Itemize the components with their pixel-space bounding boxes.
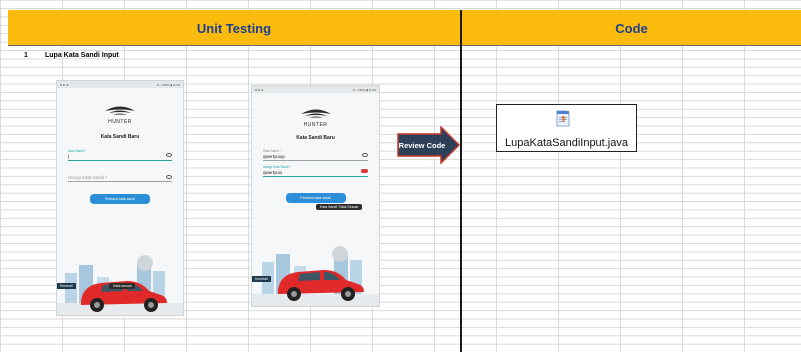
- password-field[interactable]: Kata Sandi * qwertyuiop: [263, 149, 368, 161]
- status-right: ⁂ .ıl 55% ▮ 11:34: [156, 82, 180, 87]
- password-value[interactable]: |: [68, 153, 172, 160]
- brand-name: HUNTER: [108, 119, 132, 125]
- java-file-icon: [556, 110, 570, 127]
- unit-testing-header[interactable]: Unit Testing: [8, 10, 460, 46]
- password-value[interactable]: qwertyuiop: [263, 153, 368, 160]
- test-case-title[interactable]: Lupa Kata Sandi Input: [45, 52, 119, 59]
- screen-title: Kata Sandi Baru: [100, 134, 140, 140]
- eye-icon[interactable]: [166, 175, 172, 179]
- phone-screenshot-valid[interactable]: ◘ ⊕ ⊕ ⁂ .ıl 55% ▮ 11:34 HUNTER Kata Sand…: [56, 80, 184, 316]
- phone-screenshot-mismatch[interactable]: ◘ ⊕ ⊕ ⁂ .ıl 55% ▮ 11:34 HUNTER Kata Sand…: [251, 85, 380, 307]
- brand-name: HUNTER: [303, 122, 328, 128]
- review-code-arrow[interactable]: Review Code: [397, 126, 461, 164]
- error-eye-icon[interactable]: [361, 169, 368, 173]
- row-number[interactable]: 1: [24, 52, 28, 59]
- eye-icon[interactable]: [166, 153, 172, 157]
- screen-title: Kata Sandi Baru: [296, 135, 335, 141]
- eye-icon[interactable]: [362, 153, 368, 157]
- hunter-logo: HUNTER: [252, 107, 379, 128]
- confirm-password-field[interactable]: Ulangi Kata Sandi *: [68, 174, 172, 182]
- toast-message: Data sesuai: [109, 283, 136, 289]
- confirm-password-placeholder: Ulangi Kata Sandi *: [68, 175, 108, 180]
- code-file-attachment[interactable]: LupaKataSandiInput.java: [496, 104, 637, 152]
- header-row: Unit Testing Code: [8, 10, 801, 46]
- confirm-password-value[interactable]: qwertyuio: [263, 169, 368, 176]
- hunter-eye-logo-icon: [105, 106, 135, 115]
- back-button[interactable]: Kembali: [252, 276, 271, 282]
- city-car-illustration: [57, 255, 183, 315]
- password-field[interactable]: Kata Sandi * |: [68, 149, 172, 161]
- status-left: ◘ ⊕ ⊕: [60, 82, 69, 87]
- status-bar: ◘ ⊕ ⊕ ⁂ .ıl 55% ▮ 11:34: [57, 81, 183, 88]
- status-right: ⁂ .ıl 55% ▮ 11:34: [352, 87, 376, 92]
- status-left: ◘ ⊕ ⊕: [255, 87, 264, 92]
- status-bar: ◘ ⊕ ⊕ ⁂ .ıl 55% ▮ 11:34: [252, 86, 379, 93]
- file-name: LupaKataSandiInput.java: [505, 137, 628, 149]
- hunter-eye-logo-icon: [300, 109, 331, 118]
- city-car-illustration: [252, 246, 379, 306]
- column-divider: [460, 10, 462, 352]
- confirm-password-field[interactable]: Ulangi Kata Sandi * qwertyuio: [263, 165, 368, 177]
- error-tooltip: Kata Sandi Tidak Sesuai: [316, 204, 363, 210]
- code-header[interactable]: Code: [462, 10, 801, 46]
- update-password-button[interactable]: Perbarui kata sandi: [90, 194, 150, 204]
- back-button[interactable]: Kembali: [57, 283, 76, 289]
- review-code-label: Review Code: [399, 141, 446, 150]
- hunter-logo: HUNTER: [57, 104, 183, 125]
- update-password-button[interactable]: Perbarui kata sandi: [285, 193, 346, 203]
